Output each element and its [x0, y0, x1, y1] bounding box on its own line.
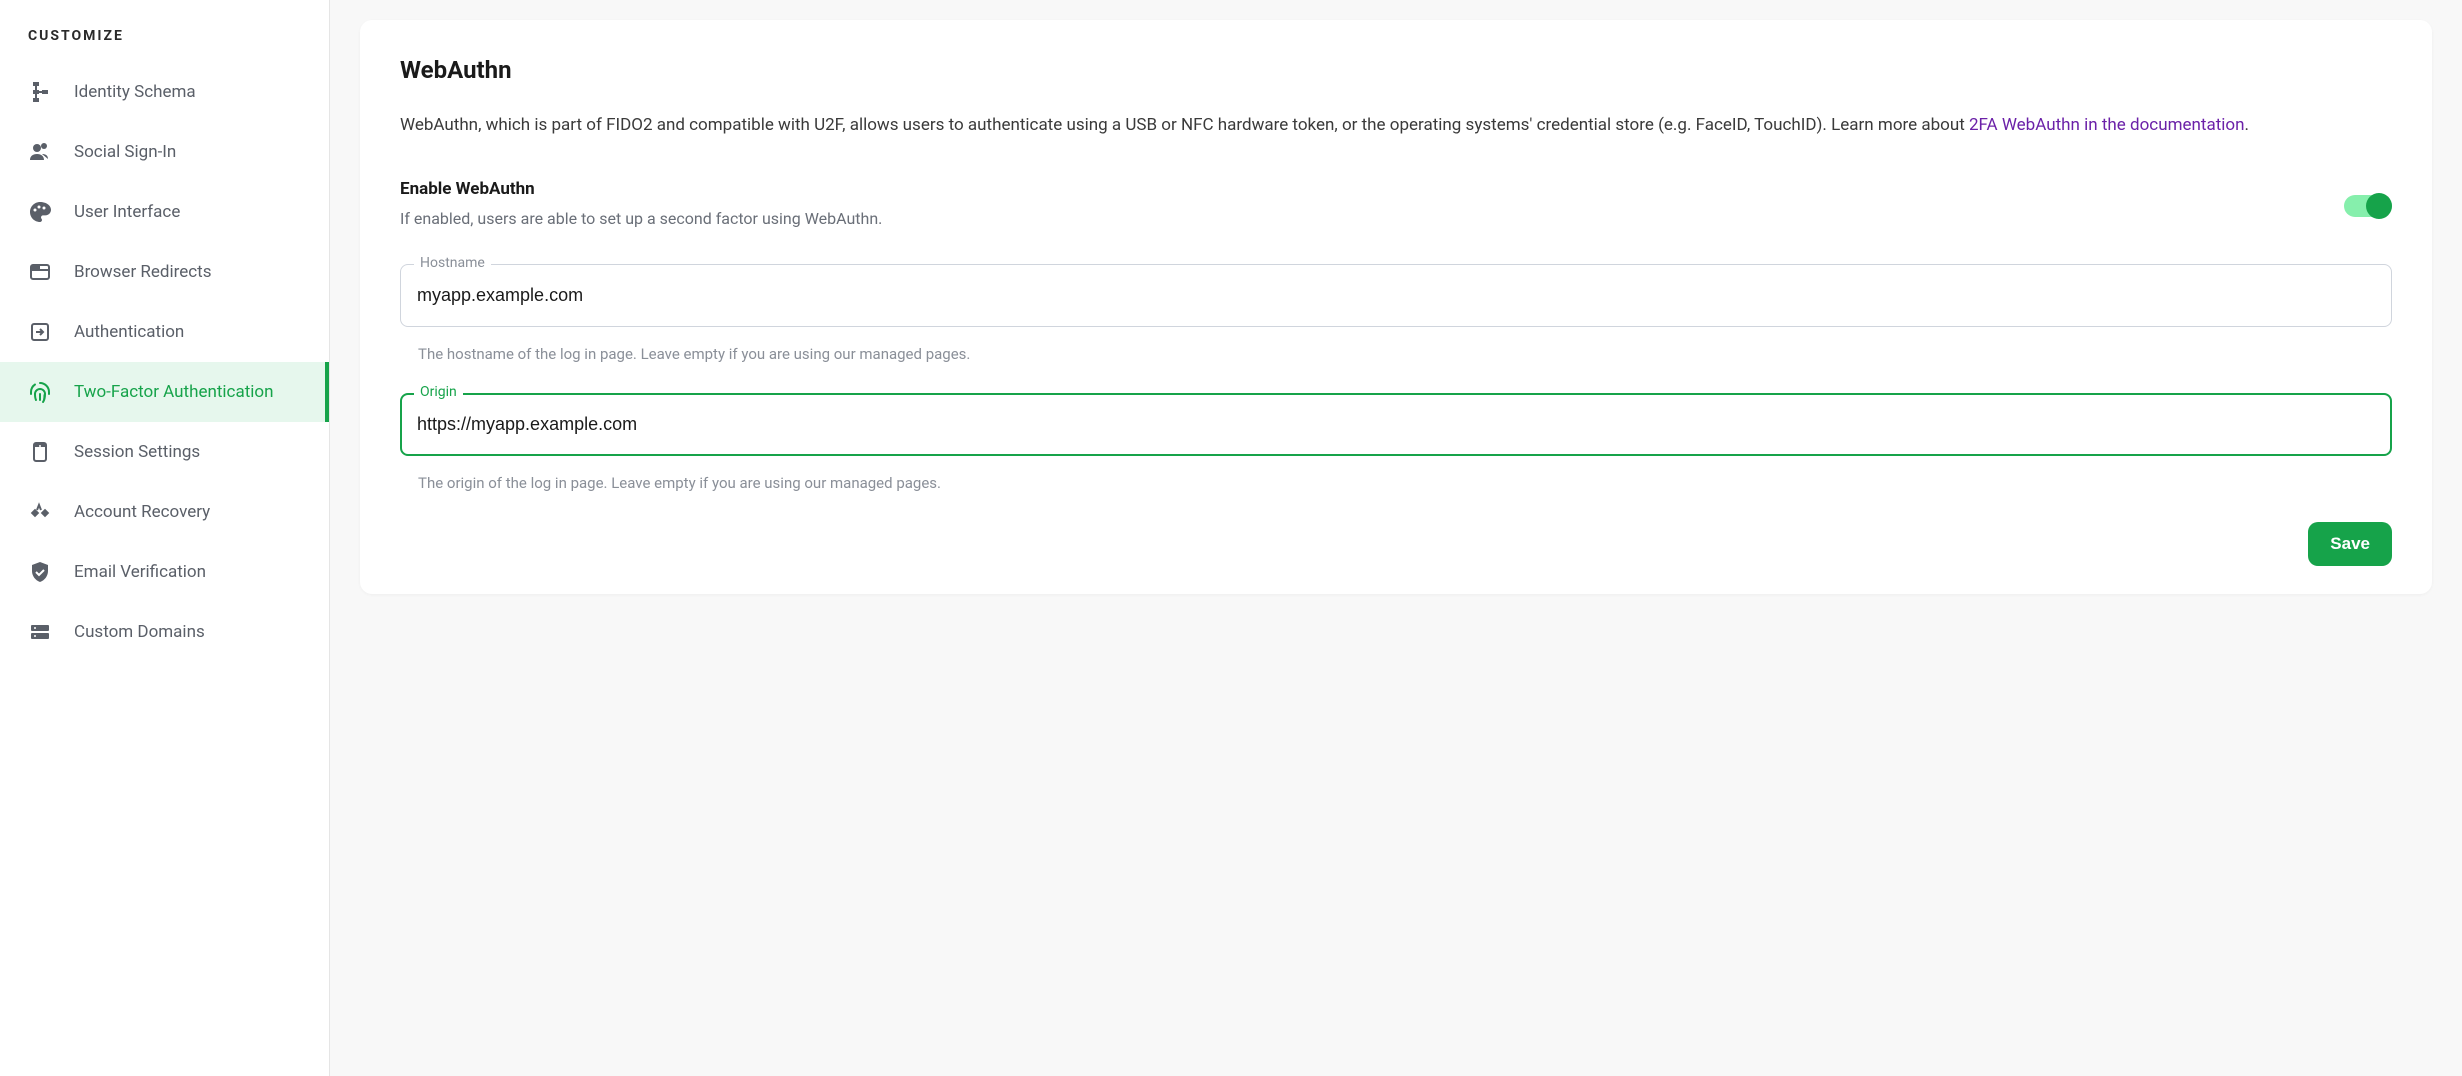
- login-icon: [28, 320, 52, 344]
- palette-icon: [28, 200, 52, 224]
- origin-label: Origin: [414, 384, 463, 400]
- sidebar-item-label: Session Settings: [74, 442, 200, 462]
- sidebar-item-label: Social Sign-In: [74, 142, 176, 162]
- sidebar-item-social-sign-in[interactable]: Social Sign-In: [0, 122, 329, 182]
- webauthn-card: WebAuthn WebAuthn, which is part of FIDO…: [360, 20, 2432, 594]
- main-content: WebAuthn WebAuthn, which is part of FIDO…: [330, 0, 2462, 1076]
- schema-icon: [28, 80, 52, 104]
- browser-icon: [28, 260, 52, 284]
- card-description: WebAuthn, which is part of FIDO2 and com…: [400, 112, 2392, 139]
- sidebar-item-authentication[interactable]: Authentication: [0, 302, 329, 362]
- description-text-pre: WebAuthn, which is part of FIDO2 and com…: [400, 115, 1969, 135]
- hostname-label: Hostname: [414, 255, 491, 271]
- origin-field: Origin: [400, 393, 2392, 456]
- sidebar-item-account-recovery[interactable]: Account Recovery: [0, 482, 329, 542]
- sidebar-item-label: Email Verification: [74, 562, 206, 582]
- hostname-help: The hostname of the log in page. Leave e…: [400, 335, 2392, 363]
- button-row: Save: [400, 522, 2392, 566]
- save-button[interactable]: Save: [2308, 522, 2392, 566]
- users-icon: [28, 140, 52, 164]
- recovery-icon: [28, 500, 52, 524]
- toggle-handle: [2366, 193, 2392, 219]
- description-text-post: .: [2244, 115, 2248, 135]
- sidebar-item-browser-redirects[interactable]: Browser Redirects: [0, 242, 329, 302]
- enable-webauthn-toggle[interactable]: [2344, 195, 2392, 217]
- hostname-input[interactable]: [400, 264, 2392, 327]
- documentation-link[interactable]: 2FA WebAuthn in the documentation: [1969, 115, 2244, 135]
- sidebar-item-label: Account Recovery: [74, 502, 210, 522]
- sidebar-item-identity-schema[interactable]: Identity Schema: [0, 62, 329, 122]
- origin-help: The origin of the log in page. Leave emp…: [400, 464, 2392, 492]
- sidebar-item-label: Two-Factor Authentication: [74, 382, 273, 402]
- sidebar-item-label: Authentication: [74, 322, 184, 342]
- origin-input[interactable]: [400, 393, 2392, 456]
- shield-icon: [28, 560, 52, 584]
- sidebar-item-label: Browser Redirects: [74, 262, 212, 282]
- sidebar-item-two-factor-authentication[interactable]: Two-Factor Authentication: [0, 362, 329, 422]
- sidebar-item-label: Identity Schema: [74, 82, 196, 102]
- hostname-field: Hostname: [400, 264, 2392, 327]
- fingerprint-icon: [28, 380, 52, 404]
- sidebar: CUSTOMIZE Identity Schema Social Sign-In…: [0, 0, 330, 1076]
- sidebar-item-custom-domains[interactable]: Custom Domains: [0, 602, 329, 662]
- server-icon: [28, 620, 52, 644]
- sidebar-item-session-settings[interactable]: Session Settings: [0, 422, 329, 482]
- sidebar-item-user-interface[interactable]: User Interface: [0, 182, 329, 242]
- card-title: WebAuthn: [400, 56, 2392, 84]
- toggle-label-wrapper: Enable WebAuthn If enabled, users are ab…: [400, 179, 2344, 228]
- sidebar-item-label: User Interface: [74, 202, 180, 222]
- sidebar-header: CUSTOMIZE: [0, 0, 329, 62]
- device-icon: [28, 440, 52, 464]
- sidebar-item-email-verification[interactable]: Email Verification: [0, 542, 329, 602]
- sidebar-item-label: Custom Domains: [74, 622, 205, 642]
- toggle-label: Enable WebAuthn: [400, 179, 2344, 199]
- enable-webauthn-row: Enable WebAuthn If enabled, users are ab…: [400, 179, 2392, 228]
- toggle-help: If enabled, users are able to set up a s…: [400, 209, 882, 228]
